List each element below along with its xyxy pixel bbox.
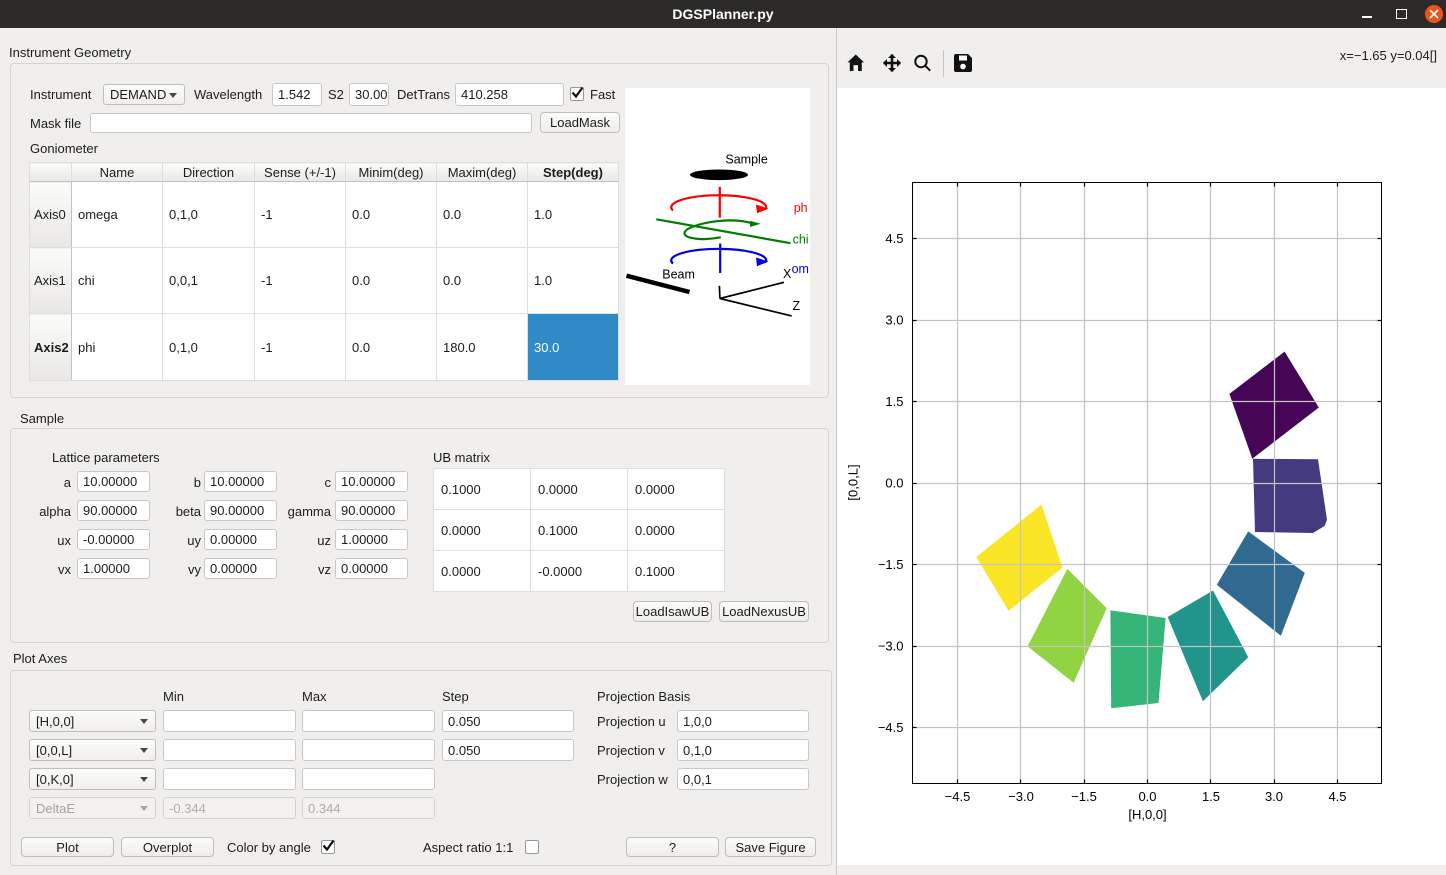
svg-text:chi: chi xyxy=(793,232,809,246)
svg-text:0.0: 0.0 xyxy=(885,476,903,491)
svg-text:3.0: 3.0 xyxy=(885,313,903,328)
svg-text:om: om xyxy=(792,262,809,276)
svg-text:Z: Z xyxy=(792,299,800,313)
svg-text:0.0: 0.0 xyxy=(1138,789,1156,804)
svg-text:−3.0: −3.0 xyxy=(878,639,904,654)
svg-text:1.5: 1.5 xyxy=(1202,789,1220,804)
svg-text:[0,0,L]: [0,0,L] xyxy=(846,464,861,500)
svg-text:3.0: 3.0 xyxy=(1265,789,1283,804)
svg-text:1.5: 1.5 xyxy=(885,394,903,409)
svg-text:4.5: 4.5 xyxy=(1328,789,1346,804)
svg-text:−1.5: −1.5 xyxy=(1071,789,1097,804)
svg-text:[H,0,0]: [H,0,0] xyxy=(1128,807,1166,822)
svg-text:X: X xyxy=(783,267,792,281)
svg-text:−4.5: −4.5 xyxy=(878,720,904,735)
svg-text:ph: ph xyxy=(794,201,808,215)
svg-text:−3.0: −3.0 xyxy=(1008,789,1034,804)
svg-text:Sample: Sample xyxy=(725,153,767,167)
svg-text:−4.5: −4.5 xyxy=(945,789,971,804)
svg-text:4.5: 4.5 xyxy=(885,231,903,246)
svg-text:−1.5: −1.5 xyxy=(878,557,904,572)
svg-text:Beam: Beam xyxy=(662,268,695,282)
